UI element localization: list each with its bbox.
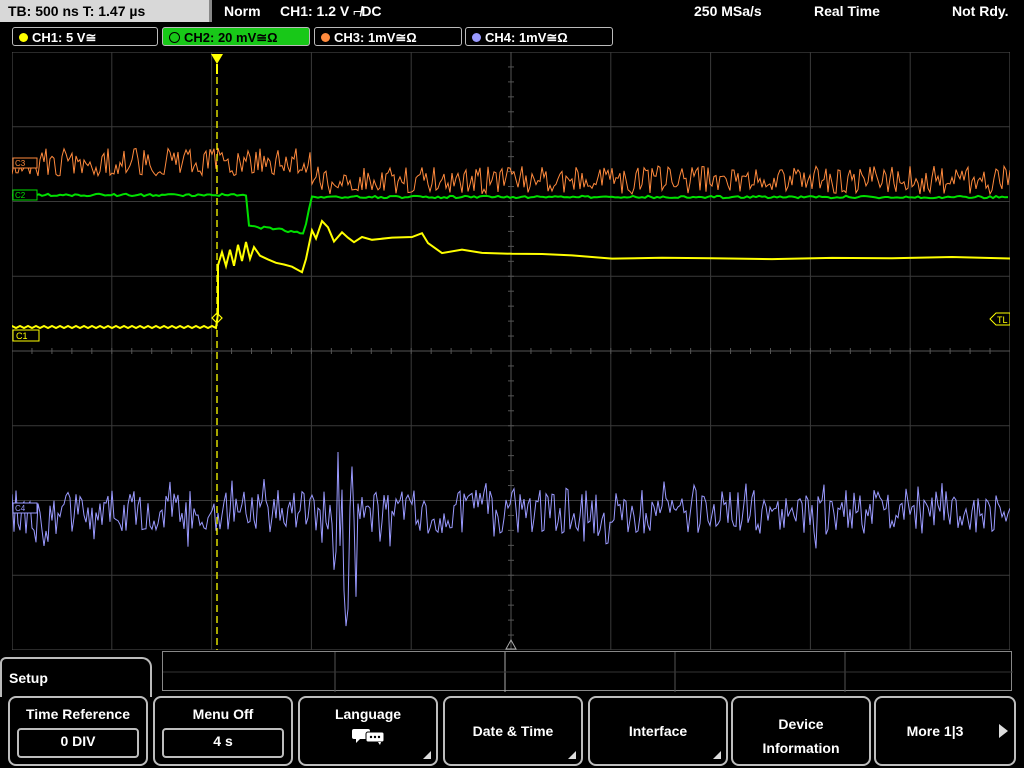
trigger-readout[interactable]: CH1: 1.2 V ⌐̸DC (280, 0, 382, 22)
channel-label: CH3: 1mV≅Ω (334, 30, 417, 45)
c1-marker-label: C1 (16, 331, 28, 341)
more-button[interactable]: More 1|3 (874, 696, 1016, 766)
submenu-corner-icon (423, 751, 431, 759)
acquisition-mode[interactable]: Real Time (814, 0, 880, 22)
timebase-readout[interactable]: TB: 500 ns T: 1.47 µs (0, 0, 212, 22)
channel-dot-icon (19, 33, 28, 43)
channel-dot-icon (321, 33, 330, 43)
acquisition-status: Not Rdy. (952, 3, 1009, 19)
softkey-label: Interface (628, 723, 688, 739)
c1-marker[interactable]: C1 (12, 329, 40, 342)
time-reference-button[interactable]: Time Reference 0 DIV (8, 696, 148, 766)
softkey-label: Time Reference (25, 706, 130, 722)
channel-bar: CH1: 5 V≅ CH2: 20 mV≅Ω CH3: 1mV≅Ω CH4: 1… (0, 26, 1024, 48)
channel-label: CH4: 1mV≅Ω (485, 30, 568, 45)
c4-marker-label: C4 (15, 504, 26, 513)
language-button[interactable]: Language (298, 696, 438, 766)
menu-off-value[interactable]: 4 s (162, 728, 284, 758)
c2-marker[interactable]: C2 (12, 189, 38, 201)
channel-dot-icon (169, 32, 180, 44)
channel-tab-ch3[interactable]: CH3: 1mV≅Ω (314, 27, 462, 46)
waveform-display[interactable]: C1 TL C2 C3 C4 (12, 52, 1010, 650)
softkey-label: Date & Time (472, 723, 554, 739)
c4-marker[interactable]: C4 (12, 502, 38, 514)
sample-rate: 250 MSa/s (694, 3, 762, 19)
submenu-corner-icon (568, 751, 576, 759)
zoom-strip-grid (163, 652, 1013, 692)
c3-marker-label: C3 (15, 159, 26, 168)
submenu-corner-icon (713, 751, 721, 759)
trigger-level-label: TL (997, 315, 1008, 325)
menu-off-button[interactable]: Menu Off 4 s (153, 696, 293, 766)
arrow-right-icon (999, 724, 1008, 738)
channel-label: CH2: 20 mV≅Ω (184, 30, 278, 45)
softkey-label-line1: Device (778, 716, 824, 732)
zoom-strip (162, 651, 1013, 692)
channel-label: CH1: 5 V≅ (32, 30, 97, 45)
channel-dot-icon (472, 33, 481, 43)
channel-tab-ch4[interactable]: CH4: 1mV≅Ω (465, 27, 613, 46)
c2-marker-label: C2 (15, 191, 26, 200)
channel-tab-ch1[interactable]: CH1: 5 V≅ (12, 27, 158, 46)
c3-marker[interactable]: C3 (12, 157, 38, 169)
channel-tab-ch2[interactable]: CH2: 20 mV≅Ω (162, 27, 310, 46)
softkey-label-line2: Information (762, 740, 840, 756)
device-information-button[interactable]: Device Information (731, 696, 871, 766)
menu-title: Setup (0, 657, 152, 697)
softkey-label: Menu Off (192, 706, 254, 722)
speech-bubbles-icon (352, 729, 385, 745)
softkey-label: More 1|3 (906, 723, 964, 739)
top-status-bar: TB: 500 ns T: 1.47 µs Norm CH1: 1.2 V ⌐̸… (0, 0, 1024, 24)
date-time-button[interactable]: Date & Time (443, 696, 583, 766)
trigger-mode[interactable]: Norm (224, 0, 261, 22)
softkey-bar: Time Reference 0 DIV Menu Off 4 s Langua… (0, 694, 1024, 768)
softkey-label: Language (334, 706, 402, 722)
time-reference-value[interactable]: 0 DIV (17, 728, 139, 758)
interface-button[interactable]: Interface (588, 696, 728, 766)
